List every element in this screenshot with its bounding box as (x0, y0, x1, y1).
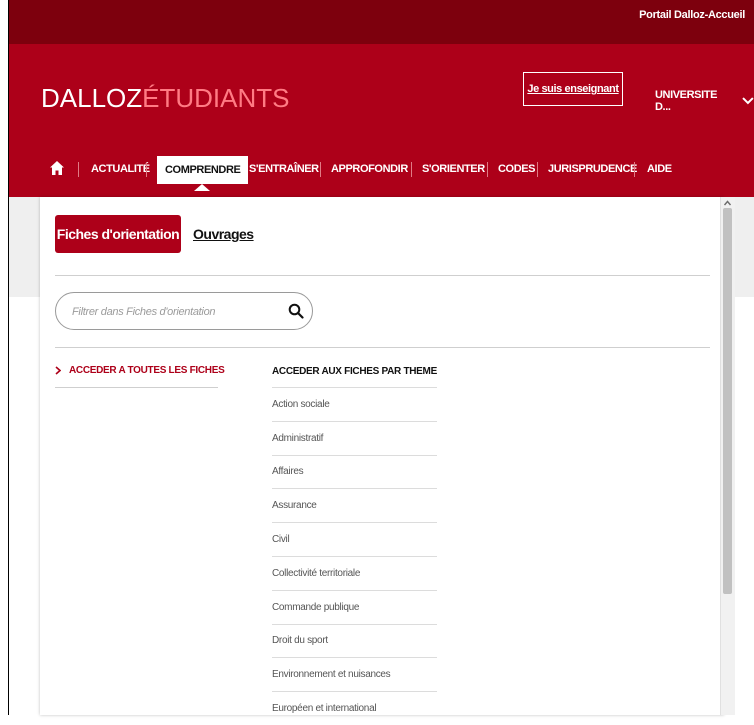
theme-item[interactable]: Droit du sport (272, 623, 437, 658)
chevron-down-icon (742, 97, 754, 105)
theme-item[interactable]: Européen et international (272, 691, 437, 725)
nav-separator (78, 162, 79, 177)
portal-link[interactable]: Portail Dalloz-Accueil (639, 9, 745, 21)
nav-separator (537, 162, 538, 177)
nav-approfondir[interactable]: APPROFONDIR (331, 154, 408, 184)
nav-separator (411, 162, 412, 177)
tab-fiches-orientation[interactable]: Fiches d'orientation (55, 215, 181, 253)
divider (55, 347, 710, 348)
main-nav: ACTUALITÉ COMPRENDRE S'ENTRAÎNER APPROFO… (9, 154, 754, 191)
theme-item[interactable]: Commande publique (272, 589, 437, 624)
nav-sentrainer[interactable]: S'ENTRAÎNER (249, 154, 319, 184)
theme-item[interactable]: Affaires (272, 454, 437, 489)
themes-heading: ACCEDER AUX FICHES PAR THEME (272, 366, 437, 377)
theme-item[interactable]: Environnement et nuisances (272, 657, 437, 691)
theme-item[interactable]: Assurance (272, 488, 437, 522)
nav-sorienter[interactable]: S'ORIENTER (422, 154, 485, 184)
theme-item[interactable]: Action sociale (272, 387, 437, 421)
active-tab-caret (194, 184, 210, 191)
nav-separator (320, 162, 321, 177)
theme-item[interactable]: Civil (272, 522, 437, 556)
nav-jurisprudence[interactable]: JURISPRUDENCE (548, 154, 637, 184)
top-bar: Portail Dalloz-Accueil (9, 0, 754, 44)
nav-separator (146, 162, 147, 177)
filter-search-box (55, 292, 313, 330)
themes-list: Action sociale Administratif Affaires As… (272, 387, 437, 725)
nav-separator (487, 162, 488, 177)
nav-separator (634, 162, 635, 177)
nav-aide[interactable]: AIDE (647, 154, 672, 184)
mega-menu-panel: Fiches d'orientation Ouvrages ACCEDER A … (40, 197, 724, 715)
theme-item[interactable]: Collectivité territoriale (272, 555, 437, 590)
teacher-button[interactable]: Je suis enseignant (523, 72, 623, 106)
logo-dalloz: DALLOZ (41, 82, 143, 113)
nav-comprendre[interactable]: COMPRENDRE (157, 156, 249, 184)
scroll-up-icon[interactable] (723, 199, 732, 207)
all-fiches-link[interactable]: ACCEDER A TOUTES LES FICHES (55, 365, 225, 376)
home-icon[interactable] (49, 160, 65, 176)
site-header: DALLOZ ÉTUDIANTS Je suis enseignant UNIV… (9, 44, 754, 197)
scrollbar-thumb[interactable] (723, 208, 732, 594)
logo-etudiants: ÉTUDIANTS (142, 82, 290, 113)
nav-actualite[interactable]: ACTUALITÉ (91, 154, 150, 184)
site-logo[interactable]: DALLOZ ÉTUDIANTS (41, 79, 290, 117)
filter-search-input[interactable] (70, 302, 274, 322)
divider (55, 387, 218, 388)
theme-item[interactable]: Administratif (272, 420, 437, 455)
divider (55, 275, 710, 276)
university-selector[interactable]: UNIVERSITE D... (655, 89, 754, 113)
nav-codes[interactable]: CODES (498, 154, 536, 184)
tab-ouvrages[interactable]: Ouvrages (193, 215, 254, 253)
search-icon[interactable] (288, 303, 304, 319)
university-label: UNIVERSITE D... (655, 89, 718, 113)
chevron-right-icon (55, 366, 61, 375)
all-fiches-label: ACCEDER A TOUTES LES FICHES (69, 365, 225, 376)
